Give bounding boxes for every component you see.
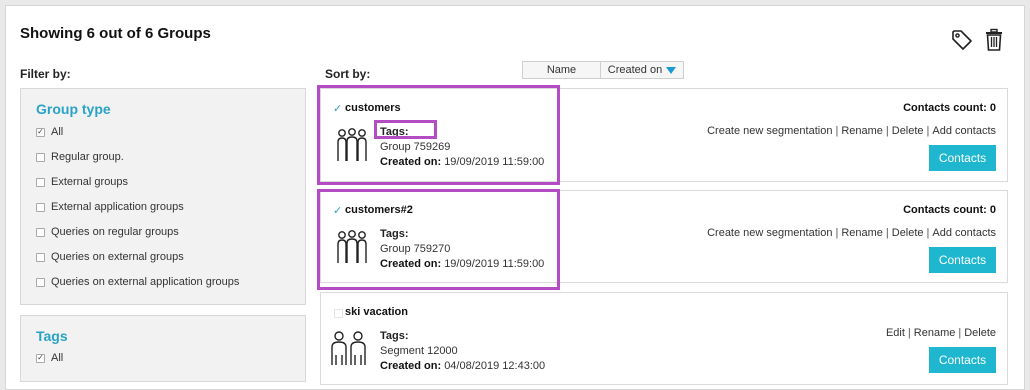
check-icon[interactable]: ✓ [333,102,342,115]
group-name: customers#2 [345,204,413,216]
tags-label: Tags: [380,228,409,240]
checkbox[interactable] [36,277,45,287]
delete-link[interactable]: Delete [892,125,924,137]
created-on-value: 19/09/2019 11:59:00 [444,258,545,270]
filter-option-queries-external[interactable]: Queries on external groups [36,251,184,263]
filter-option-queries-external-application[interactable]: Queries on external application groups [36,276,239,288]
contacts-button[interactable]: Contacts [929,247,996,273]
group-actions: Create new segmentation | Rename | Delete | Ad… [707,125,996,137]
delete-link[interactable]: Delete [892,227,924,239]
group-card[interactable]: ✓ customers#2 Tags: Group 759270 Created… [320,190,1008,283]
add-contacts-link[interactable]: Add contacts [932,227,996,239]
page-title: Showing 6 out of 6 Groups [20,25,211,42]
group-card[interactable]: ✓ customers Tags: Group 759269 Created o… [320,88,1008,182]
filter-option-regular-group[interactable]: Regular group. [36,151,124,163]
contacts-button[interactable]: Contacts [929,145,996,171]
segment-id: Segment 12000 [380,345,458,357]
sort-by-label: Sort by: [325,67,371,81]
contacts-count: Contacts count: 0 [903,102,996,114]
group-id: Group 759270 [380,243,451,255]
tags-label: Tags: [380,330,409,342]
delete-link[interactable]: Delete [964,327,996,339]
check-icon[interactable]: ✓ [333,204,342,217]
group-type-title: Group type [36,101,111,117]
filter-option-queries-regular[interactable]: Queries on regular groups [36,226,179,238]
filter-option-all[interactable]: ✓ All [36,126,63,138]
created-on-value: 04/08/2019 12:43:00 [444,360,546,372]
add-contacts-link[interactable]: Add contacts [932,125,996,137]
checkbox[interactable] [36,177,45,187]
checkbox[interactable] [36,252,45,262]
group-actions: Create new segmentation | Rename | Delete | Ad… [707,227,996,239]
group-name: ski vacation [345,306,408,318]
trash-icon[interactable] [982,28,1006,52]
checkbox-checked[interactable]: ✓ [36,353,45,363]
rename-link[interactable]: Rename [841,227,883,239]
create-segmentation-link[interactable]: Create new segmentation [707,125,832,137]
created-on-label: Created on: [380,156,442,168]
created-on-label: Created on: [380,258,442,270]
edit-link[interactable]: Edit [886,327,905,339]
group-type-filter-panel: Group type ✓ All Regular group. External… [20,88,306,305]
group-people-icon [337,128,367,161]
filter-option-label: External groups [51,176,129,188]
tags-option-label: All [51,352,64,364]
filter-option-label: Queries on regular groups [51,226,179,238]
tags-option-all[interactable]: ✓ All [36,352,63,364]
rename-link[interactable]: Rename [841,125,883,137]
filter-option-external-application-groups[interactable]: External application groups [36,201,184,213]
checkbox-checked[interactable]: ✓ [36,127,45,137]
rename-link[interactable]: Rename [914,327,956,339]
contacts-count: Contacts count: 0 [903,204,996,216]
tags-title: Tags [36,328,68,344]
checkbox[interactable] [334,309,343,318]
sort-bar: Name Created on [522,61,684,79]
segment-card[interactable]: ski vacation Tags: Segment 12000 Created… [320,292,1008,385]
filter-option-label: External application groups [51,201,184,213]
group-name: customers [345,102,401,114]
sort-name-button[interactable]: Name [523,62,601,78]
segment-actions: Edit | Rename | Delete [885,327,996,339]
filter-option-label: Queries on external groups [51,251,184,263]
contacts-button[interactable]: Contacts [929,347,996,373]
tag-icon[interactable] [950,28,974,52]
filter-option-label: Regular group. [51,151,124,163]
filter-option-external-groups[interactable]: External groups [36,176,128,188]
create-segmentation-link[interactable]: Create new segmentation [707,227,832,239]
filter-by-label: Filter by: [20,67,71,81]
tags-filter-panel: Tags ✓ All [20,315,306,382]
filter-option-label: All [51,126,64,138]
created-on: Created on: 04/08/2019 12:43:00 [380,360,545,372]
checkbox[interactable] [36,202,45,212]
sort-name-label: Name [546,64,577,76]
group-people-icon [337,230,367,263]
created-on: Created on: 19/09/2019 11:59:00 [380,258,544,270]
created-on: Created on: 19/09/2019 11:59:00 [380,156,544,168]
created-on-value: 19/09/2019 11:59:00 [444,156,545,168]
sort-descending-icon [666,66,677,74]
tags-label: Tags: [380,126,409,138]
two-people-icon [331,331,366,365]
group-id: Group 759269 [380,141,451,153]
created-on-label: Created on: [380,360,442,372]
sort-created-label: Created on [607,64,663,76]
filter-option-label: Queries on external application groups [51,276,240,288]
toolbar-icons [950,28,1006,52]
checkbox[interactable] [36,227,45,237]
checkbox[interactable] [36,152,45,162]
sort-created-button[interactable]: Created on [601,62,683,78]
